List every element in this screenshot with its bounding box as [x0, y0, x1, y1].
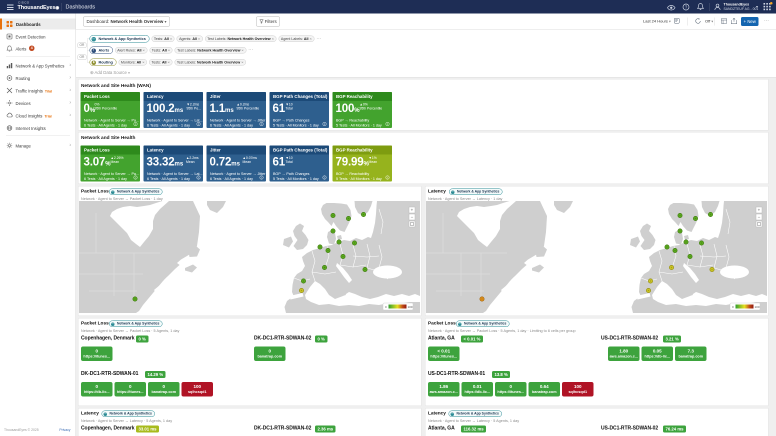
svg-text:+: + [411, 208, 414, 213]
svg-text:100: 100 [408, 305, 413, 309]
svg-text:−: − [411, 215, 414, 220]
svg-text:+: + [758, 208, 761, 213]
svg-text:100: 100 [755, 305, 760, 309]
svg-text:−: − [758, 215, 761, 220]
svg-text:?: ? [685, 4, 688, 9]
